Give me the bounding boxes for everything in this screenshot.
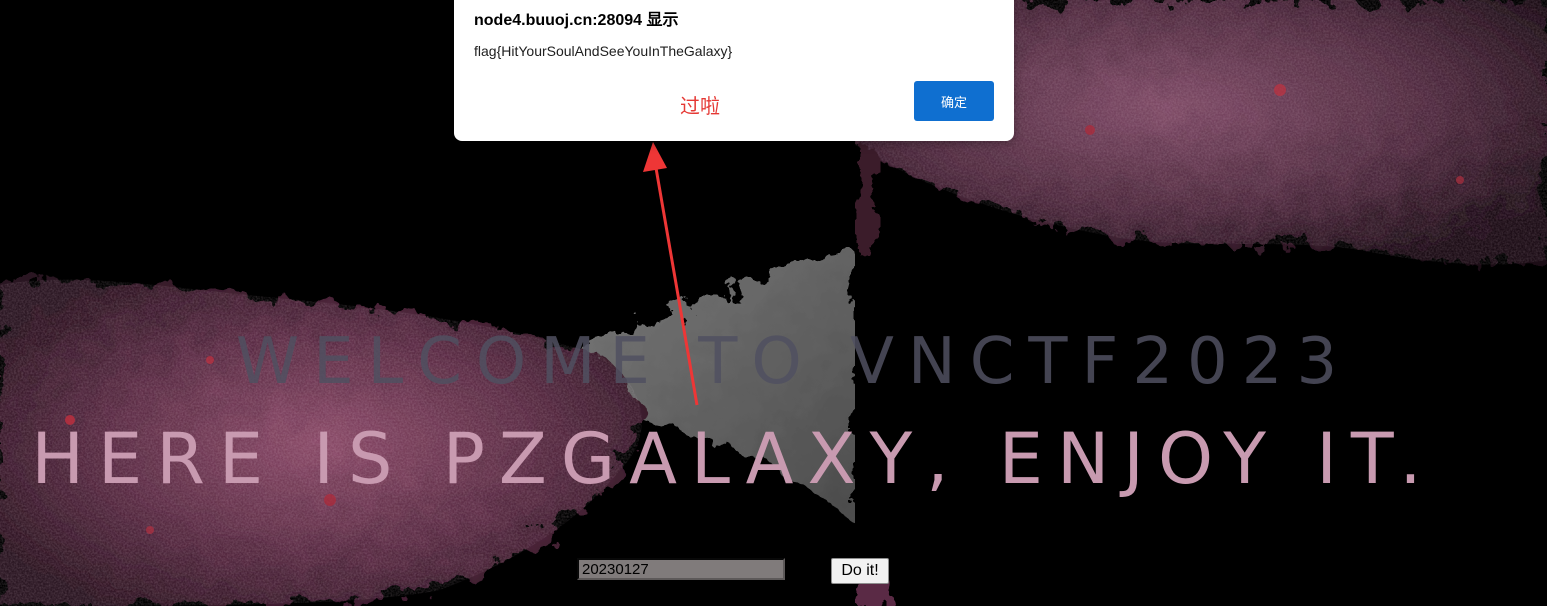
page-viewport: WELCOME TO VNCTF2023 HERE IS PZGALAXY, E…: [0, 0, 1547, 606]
dialog-message: flag{HitYourSoulAndSeeYouInTheGalaxy}: [474, 43, 733, 59]
do-it-button[interactable]: Do it!: [831, 558, 889, 584]
subtitle-heading: HERE IS PZGALAXY, ENJOY IT.: [31, 418, 1436, 500]
dialog-title: node4.buuoj.cn:28094 显示: [474, 12, 679, 29]
alert-dialog: node4.buuoj.cn:28094 显示 flag{HitYourSoul…: [454, 0, 1014, 141]
annotation-label: 过啦: [680, 94, 720, 118]
dialog-ok-button[interactable]: 确定: [914, 81, 994, 121]
welcome-heading: WELCOME TO VNCTF2023: [235, 325, 1352, 399]
date-input[interactable]: [577, 558, 785, 580]
